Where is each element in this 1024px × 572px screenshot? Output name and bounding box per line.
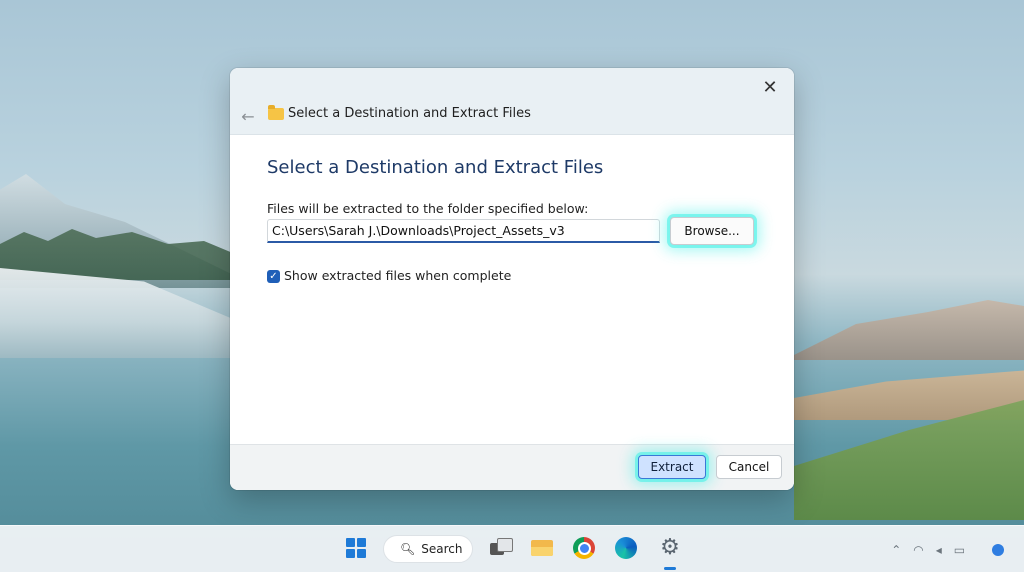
wifi-icon[interactable]: ◠ — [913, 543, 923, 557]
show-files-checkbox-label[interactable]: Show extracted files when complete — [284, 268, 511, 283]
background-mountain-right — [784, 300, 1024, 360]
clock[interactable] — [977, 538, 980, 561]
edge-icon[interactable] — [612, 534, 640, 562]
task-view-icon[interactable] — [486, 534, 514, 562]
show-files-checkbox[interactable]: ✓ — [267, 270, 280, 283]
browse-button[interactable]: Browse... — [670, 217, 754, 245]
file-explorer-icon[interactable] — [528, 534, 556, 562]
extract-dialog: ✕ ← Select a Destination and Extract Fil… — [230, 68, 794, 490]
notification-icon[interactable] — [992, 543, 1004, 556]
back-arrow-icon[interactable]: ← — [236, 106, 260, 126]
chevron-up-icon[interactable]: ⌃ — [891, 543, 901, 557]
destination-label: Files will be extracted to the folder sp… — [267, 201, 589, 216]
folder-icon — [268, 105, 284, 120]
settings-icon[interactable]: ⚙ — [656, 534, 684, 562]
dialog-title: Select a Destination and Extract Files — [288, 106, 531, 121]
active-app-indicator — [664, 567, 676, 570]
dialog-content: Select a Destination and Extract Files F… — [230, 135, 794, 446]
battery-icon[interactable]: ▭ — [954, 543, 965, 557]
extract-button[interactable]: Extract — [638, 455, 706, 479]
dialog-footer: Extract Cancel — [230, 444, 794, 490]
search-icon: 🔍︎ — [400, 542, 416, 556]
destination-path-input[interactable] — [267, 219, 660, 243]
volume-icon[interactable]: ◂ — [936, 543, 942, 557]
dialog-titlebar: ✕ ← Select a Destination and Extract Fil… — [230, 68, 794, 135]
system-tray: ⌃ ◠ ◂ ▭ — [891, 538, 1004, 561]
page-heading: Select a Destination and Extract Files — [267, 157, 604, 178]
windows-start-icon[interactable] — [342, 534, 370, 562]
taskbar-search-label: Search — [421, 542, 463, 556]
cancel-button[interactable]: Cancel — [716, 455, 782, 479]
taskbar: 🔍︎ Search ⚙ ⌃ ◠ ◂ ▭ — [0, 525, 1024, 572]
chrome-icon[interactable] — [570, 534, 598, 562]
taskbar-search-button[interactable]: 🔍︎ Search — [383, 535, 473, 563]
close-icon[interactable]: ✕ — [756, 74, 784, 100]
